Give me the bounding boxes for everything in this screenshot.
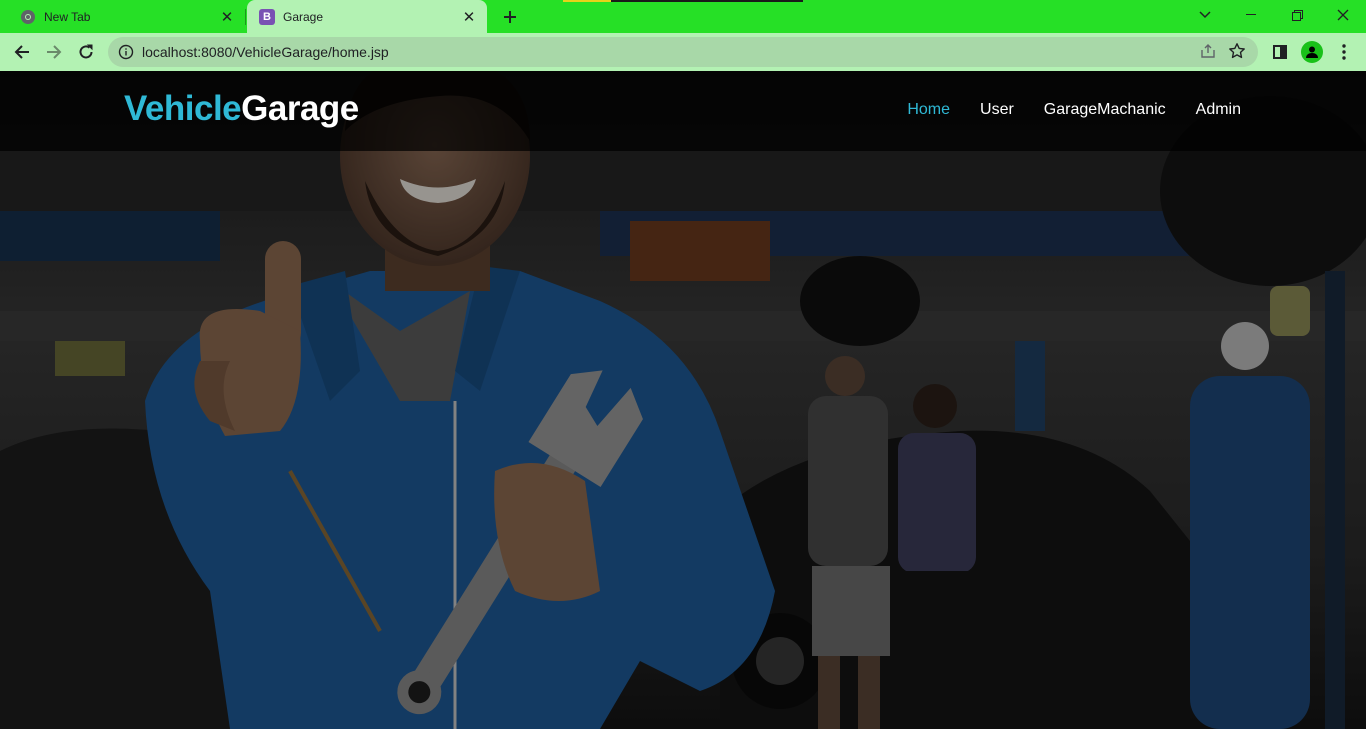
new-tab-button[interactable] xyxy=(498,5,522,29)
minimize-icon xyxy=(1246,14,1256,15)
close-icon[interactable]: ✕ xyxy=(219,9,235,26)
brand-part-vehicle: Vehicle xyxy=(124,89,242,128)
minimize-button[interactable] xyxy=(1228,0,1274,30)
site-navbar: VehicleGarage Home User GarageMachanic A… xyxy=(0,71,1366,151)
nav-links: Home User GarageMachanic Admin xyxy=(907,101,1241,119)
menu-button[interactable] xyxy=(1330,38,1358,66)
address-bar[interactable]: localhost:8080/VehicleGarage/home.jsp xyxy=(108,37,1258,67)
close-icon[interactable]: ✕ xyxy=(461,9,477,26)
person-icon xyxy=(1306,46,1318,58)
back-button[interactable] xyxy=(8,38,36,66)
tab-separator xyxy=(245,9,246,25)
side-panel-icon xyxy=(1273,45,1287,59)
tab-search-button[interactable] xyxy=(1182,0,1228,30)
close-icon xyxy=(1337,9,1349,21)
nav-link-user[interactable]: User xyxy=(980,101,1014,119)
restore-button[interactable] xyxy=(1274,0,1320,30)
star-icon[interactable] xyxy=(1228,42,1246,60)
reload-button[interactable] xyxy=(72,38,100,66)
url-text[interactable]: localhost:8080/VehicleGarage/home.jsp xyxy=(142,44,389,60)
chrome-icon xyxy=(20,9,36,25)
chevron-down-icon xyxy=(1199,11,1211,19)
page-viewport: VehicleGarage Home User GarageMachanic A… xyxy=(0,71,1366,729)
restore-icon xyxy=(1291,9,1303,21)
more-vert-icon xyxy=(1342,44,1346,60)
side-panel-button[interactable] xyxy=(1266,38,1294,66)
tab-strip: New Tab ✕ B Garage ✕ xyxy=(0,0,1366,33)
arrow-left-icon xyxy=(14,45,29,59)
nav-link-home[interactable]: Home xyxy=(907,101,950,119)
plus-icon xyxy=(504,11,516,23)
info-icon[interactable] xyxy=(118,44,134,60)
nav-link-garage-machanic[interactable]: GarageMachanic xyxy=(1044,101,1166,119)
share-icon[interactable] xyxy=(1200,43,1216,59)
brand-part-garage: Garage xyxy=(241,89,359,128)
nav-link-admin[interactable]: Admin xyxy=(1196,101,1241,119)
tab-title: New Tab xyxy=(44,9,91,24)
site-logo[interactable]: VehicleGarage xyxy=(124,89,359,129)
bootstrap-icon: B xyxy=(259,8,275,25)
profile-avatar[interactable] xyxy=(1301,41,1323,63)
tab-new-tab[interactable]: New Tab ✕ xyxy=(0,0,245,33)
arrow-right-icon xyxy=(47,45,62,59)
close-window-button[interactable] xyxy=(1320,0,1366,30)
hero-overlay xyxy=(0,71,1366,729)
loading-indicator xyxy=(563,0,803,2)
tab-garage[interactable]: B Garage ✕ xyxy=(247,0,487,33)
tab-title: Garage xyxy=(283,9,324,24)
reload-icon xyxy=(79,44,93,59)
browser-toolbar: localhost:8080/VehicleGarage/home.jsp xyxy=(0,33,1366,71)
forward-button[interactable] xyxy=(40,38,68,66)
